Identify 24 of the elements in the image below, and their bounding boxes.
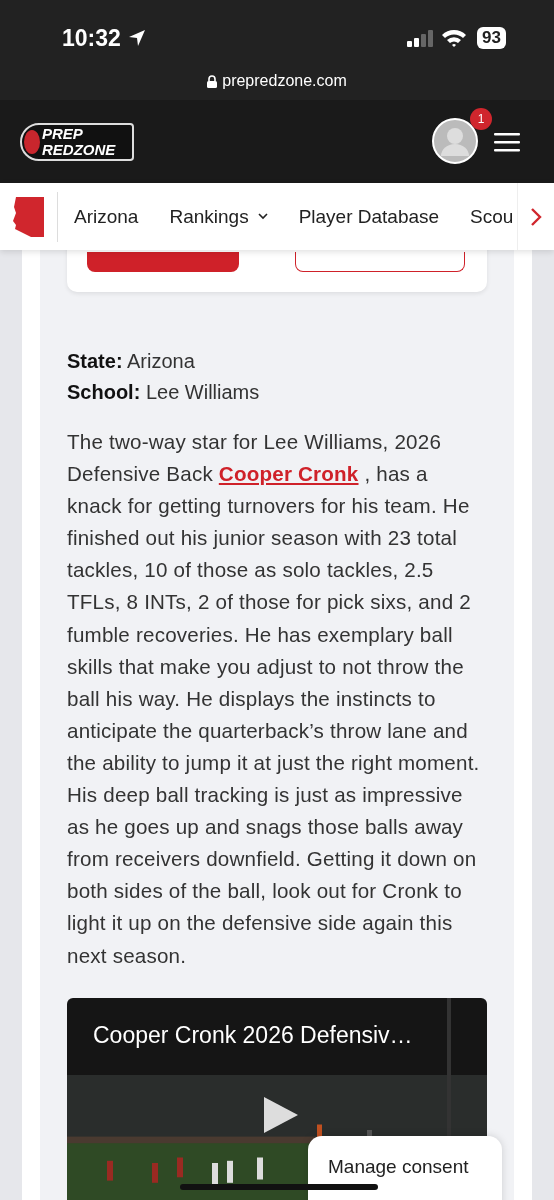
share-evaluation-button[interactable] xyxy=(295,252,465,272)
url-text[interactable]: prepredzone.com xyxy=(222,72,347,90)
player-link[interactable]: Cooper Cronk xyxy=(218,462,359,486)
nav-link[interactable]: Arizona xyxy=(74,205,139,228)
nav-link[interactable]: Rankings xyxy=(169,205,268,228)
video-title: Cooper Cronk 2026 Defensiv… xyxy=(93,1021,413,1049)
lock-icon xyxy=(207,74,218,88)
nav-link[interactable]: Player Database xyxy=(298,205,440,228)
wifi-icon xyxy=(441,28,468,48)
notification-badge: 1 xyxy=(470,107,492,130)
detail-line: State: Arizona xyxy=(67,349,196,374)
signal-icon xyxy=(407,29,436,47)
detail-line: School: Lee Williams xyxy=(67,380,261,405)
arizona-map-icon[interactable] xyxy=(13,196,45,237)
chevron-right-icon[interactable] xyxy=(530,206,542,227)
avatar-icon[interactable] xyxy=(432,117,478,164)
status-time: 10:32 xyxy=(62,24,121,52)
prep-redzone-logo[interactable]: PREP REDZONE xyxy=(20,122,134,161)
description-paragraph: The two-way star for Lee Williams, 2026 Defensive Back Cooper Cronk , has a knack for getting turnovers for his team. He finished out his junior season with 23 total tackles, 10 of those as solo tackles, 2.5 TFLs, 8 INTs, 2 of those for pick sixs, and 2 fumble recoveries. He has exemplary ball skills that make you adjust to not throw the ball his way. He displays the instincts to anticipate the quarterback’s throw lane and the ability to jump it at just the right moment. His deep ball tracking is just as impressive as he goes up and snags those balls away from receivers downfield. Getting it down on both sides of the ball, look out for Cronk to light it up on the defensive side again this next season. xyxy=(67,429,481,969)
nav-link[interactable]: Scou xyxy=(470,205,514,228)
manage-consent-button[interactable]: Manage consent xyxy=(308,1136,502,1200)
menu-icon[interactable] xyxy=(494,131,520,152)
play-icon[interactable] xyxy=(262,1095,300,1134)
battery-level: 93 xyxy=(477,27,506,49)
